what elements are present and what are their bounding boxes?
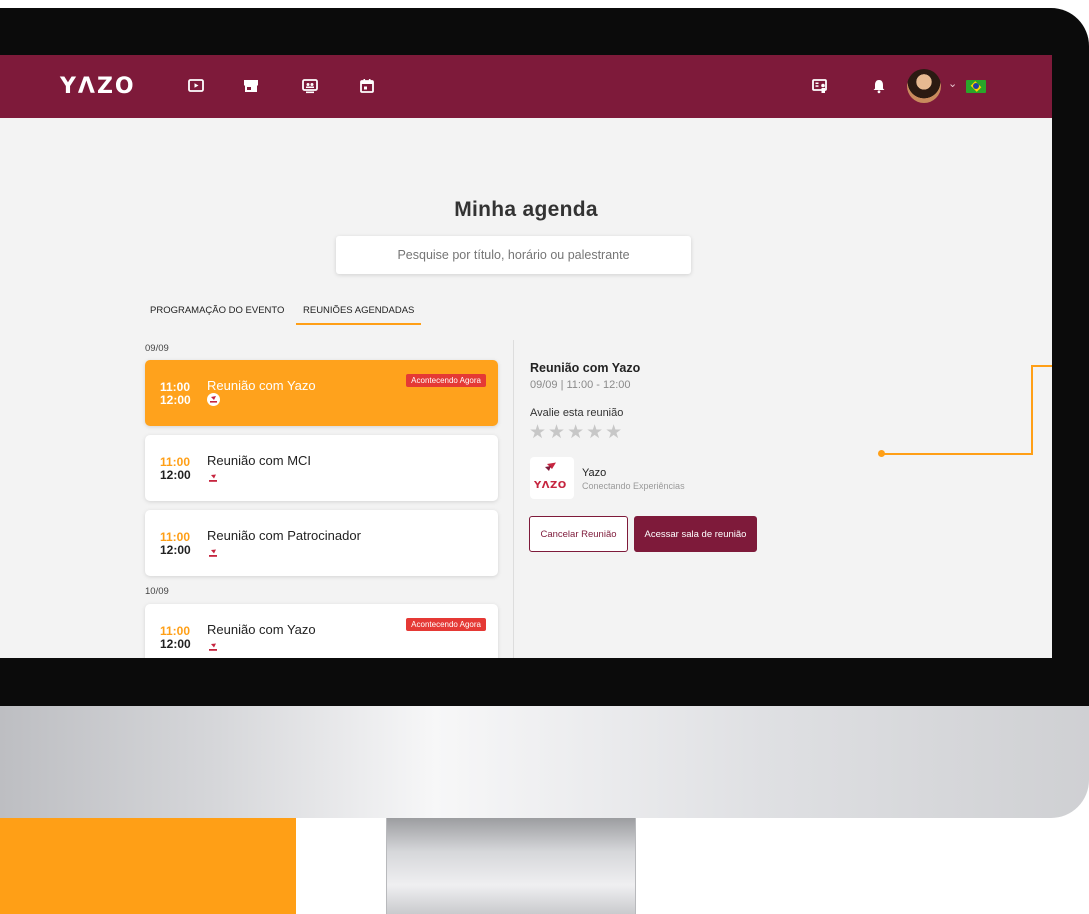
meeting-end-time: 12:00 — [160, 468, 191, 482]
meeting-title: Reunião com MCI — [207, 453, 312, 468]
meeting-end-time: 12:00 — [160, 637, 191, 651]
callout-line — [882, 453, 1032, 455]
detail-datetime: 09/09 | 11:00 - 12:00 — [530, 379, 631, 391]
callout-dot — [878, 450, 885, 457]
monitor-chin — [0, 706, 1089, 818]
meeting-card[interactable]: 11:00 12:00 Reunião com MCI — [145, 435, 498, 501]
organizer-logo-icon — [207, 546, 219, 557]
date-group-label: 10/09 — [145, 586, 169, 597]
app-screen: YΛZO ⌄ Minha agenda Pesquise por título,… — [0, 55, 1052, 658]
organizer-logo-icon — [207, 471, 219, 482]
meeting-card-active[interactable]: 11:00 12:00 Reunião com Yazo Acontecendo… — [145, 360, 498, 426]
calendar-icon[interactable] — [358, 77, 376, 95]
meeting-start-time: 11:00 — [160, 380, 191, 394]
cancel-meeting-button[interactable]: Cancelar Reunião — [529, 516, 628, 552]
brazil-flag-icon[interactable] — [966, 80, 986, 93]
active-tab-indicator — [296, 323, 421, 325]
play-screen-icon[interactable] — [187, 77, 205, 95]
top-navbar: YΛZO ⌄ — [0, 55, 1052, 118]
organizer-logo-icon — [207, 640, 219, 651]
rate-meeting-label: Avalie esta reunião — [530, 407, 624, 419]
meeting-start-time: 11:00 — [160, 624, 191, 638]
organizer-name: Yazo — [582, 467, 607, 479]
live-now-badge: Acontecendo Agora — [406, 618, 486, 631]
callout-line — [1031, 365, 1033, 455]
tab-event-schedule[interactable]: PROGRAMAÇÃO DO EVENTO — [150, 305, 284, 316]
meeting-end-time: 12:00 — [160, 393, 191, 407]
column-divider — [513, 340, 514, 658]
monitor-stand — [386, 818, 636, 914]
meeting-title: Reunião com Patrocinador — [207, 528, 361, 543]
date-group-label: 09/09 — [145, 343, 169, 354]
exhibitor-icon[interactable] — [811, 77, 829, 95]
yazo-mark-icon — [545, 462, 556, 471]
tab-scheduled-meetings[interactable]: REUNIÕES AGENDADAS — [303, 305, 414, 316]
presentation-icon[interactable] — [301, 77, 319, 95]
detail-title: Reunião com Yazo — [530, 361, 641, 375]
user-avatar[interactable] — [907, 69, 941, 103]
organizer-logo-wordmark: YΛZO — [534, 480, 567, 491]
search-input[interactable] — [336, 236, 691, 274]
stage: YΛZO ⌄ Minha agenda Pesquise por título,… — [0, 0, 1089, 914]
page-title: Minha agenda — [454, 198, 598, 221]
star-rating[interactable]: ★★★★★ — [529, 421, 624, 444]
organizer-tagline: Conectando Experiências — [582, 481, 685, 491]
chevron-down-icon[interactable]: ⌄ — [948, 77, 957, 90]
meeting-title: Reunião com Yazo — [207, 378, 316, 393]
meeting-start-time: 11:00 — [160, 530, 191, 544]
meeting-title: Reunião com Yazo — [207, 622, 316, 637]
bell-icon[interactable] — [870, 77, 888, 95]
enter-meeting-room-button[interactable]: Acessar sala de reunião — [634, 516, 757, 552]
callout-line — [1031, 365, 1052, 367]
yazo-logo[interactable]: YΛZO — [60, 74, 136, 99]
meeting-card[interactable]: 11:00 12:00 Reunião com Yazo Acontecendo… — [145, 604, 498, 658]
store-icon[interactable] — [242, 77, 260, 95]
meeting-start-time: 11:00 — [160, 455, 191, 469]
live-now-badge: Acontecendo Agora — [406, 374, 486, 387]
meeting-end-time: 12:00 — [160, 543, 191, 557]
meeting-card[interactable]: 11:00 12:00 Reunião com Patrocinador — [145, 510, 498, 576]
organizer-logo: YΛZO — [530, 457, 574, 499]
organizer-logo-icon — [207, 393, 220, 406]
decorative-orange-block — [0, 818, 296, 914]
